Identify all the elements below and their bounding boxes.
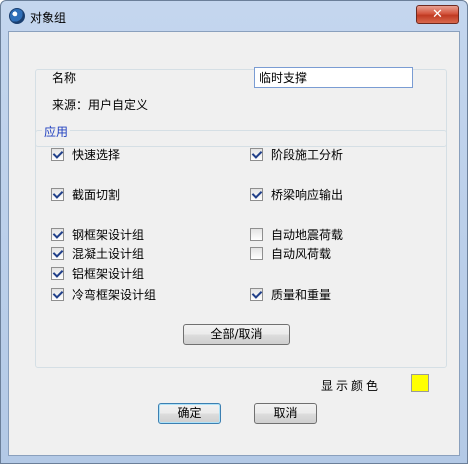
close-button[interactable]: ✕ bbox=[416, 5, 459, 24]
dialog-window: 对象组 ✕ 名称 来源：用户自定义 应用 快速选择 截面切割 钢框架设计组 混凝… bbox=[0, 0, 468, 464]
checkbox-label: 冷弯框架设计组 bbox=[72, 288, 157, 302]
checkbox-concrete-design[interactable]: 混凝土设计组 bbox=[51, 245, 144, 262]
checkbox-box[interactable] bbox=[51, 247, 64, 260]
checkbox-steel-frame-design[interactable]: 钢框架设计组 bbox=[51, 226, 144, 243]
toggle-all-button[interactable]: 全部/取消 bbox=[183, 324, 290, 345]
application-caption: 应用 bbox=[42, 123, 71, 140]
checkbox-box[interactable] bbox=[51, 228, 64, 241]
checkbox-quick-select[interactable]: 快速选择 bbox=[51, 146, 120, 163]
checkbox-box[interactable] bbox=[51, 188, 64, 201]
checkbox-cold-formed-design[interactable]: 冷弯框架设计组 bbox=[51, 286, 156, 303]
checkbox-label: 快速选择 bbox=[72, 148, 121, 162]
checkbox-label: 桥梁响应输出 bbox=[271, 188, 344, 202]
checkbox-label: 自动风荷载 bbox=[271, 247, 332, 261]
checkbox-bridge-response[interactable]: 桥梁响应输出 bbox=[250, 186, 343, 203]
checkbox-auto-wind-load[interactable]: 自动风荷载 bbox=[250, 245, 331, 262]
cancel-button[interactable]: 取消 bbox=[254, 403, 317, 424]
checkbox-label: 质量和重量 bbox=[271, 288, 332, 302]
checkbox-label: 阶段施工分析 bbox=[271, 148, 344, 162]
window-title: 对象组 bbox=[30, 11, 67, 25]
checkbox-box[interactable] bbox=[250, 228, 263, 241]
checkbox-box[interactable] bbox=[51, 288, 64, 301]
close-icon: ✕ bbox=[432, 7, 443, 22]
checkbox-label: 混凝土设计组 bbox=[72, 247, 145, 261]
checkbox-box[interactable] bbox=[51, 267, 64, 280]
checkbox-mass-and-weight[interactable]: 质量和重量 bbox=[250, 286, 331, 303]
checkbox-section-cut[interactable]: 截面切割 bbox=[51, 186, 120, 203]
source-label: 来源：用户自定义 bbox=[52, 98, 149, 112]
display-color-label: 显示颜色 bbox=[321, 379, 382, 393]
title-bar[interactable]: 对象组 ✕ bbox=[1, 1, 467, 31]
app-icon bbox=[9, 8, 25, 24]
checkbox-label: 钢框架设计组 bbox=[72, 228, 145, 242]
checkbox-label: 自动地震荷载 bbox=[271, 228, 344, 242]
display-color-swatch[interactable] bbox=[411, 374, 429, 392]
checkbox-box[interactable] bbox=[250, 148, 263, 161]
checkbox-box[interactable] bbox=[250, 247, 263, 260]
checkbox-label: 截面切割 bbox=[72, 188, 121, 202]
name-input[interactable] bbox=[254, 67, 413, 88]
checkbox-label: 铝框架设计组 bbox=[72, 267, 145, 281]
checkbox-box[interactable] bbox=[250, 288, 263, 301]
checkbox-auto-seismic-load[interactable]: 自动地震荷载 bbox=[250, 226, 343, 243]
checkbox-staged-construction[interactable]: 阶段施工分析 bbox=[250, 146, 343, 163]
dialog-body: 名称 来源：用户自定义 应用 快速选择 截面切割 钢框架设计组 混凝土设计组 铝… bbox=[8, 31, 460, 456]
ok-button[interactable]: 确定 bbox=[158, 403, 221, 424]
checkbox-aluminum-frame-design[interactable]: 铝框架设计组 bbox=[51, 265, 144, 282]
name-label: 名称 bbox=[52, 71, 77, 85]
checkbox-box[interactable] bbox=[250, 188, 263, 201]
checkbox-box[interactable] bbox=[51, 148, 64, 161]
